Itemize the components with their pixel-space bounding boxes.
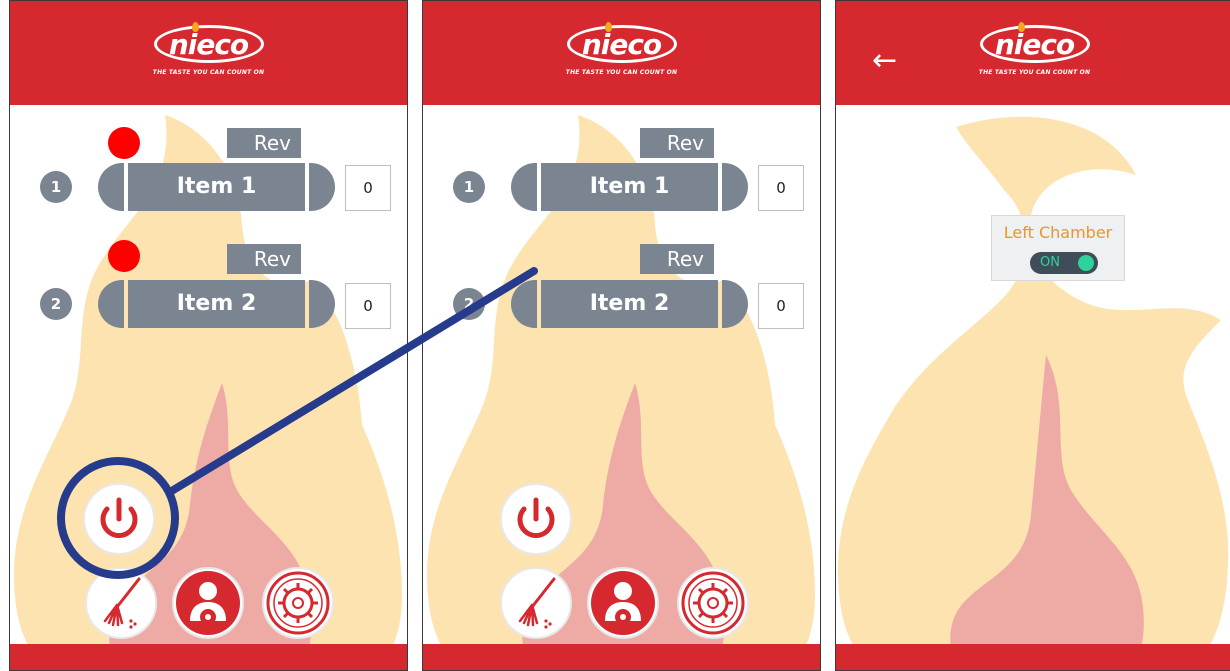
clean-button[interactable]	[500, 567, 572, 639]
item-2-label: Item 2	[128, 280, 305, 328]
user-gear-icon	[591, 571, 655, 635]
power-icon	[517, 497, 555, 539]
broom-icon	[103, 577, 141, 629]
app-header: ← nieco THE TASTE YOU CAN COUNT ON	[836, 1, 1230, 105]
nieco-logo: nieco THE TASTE YOU CAN COUNT ON	[969, 22, 1101, 89]
item-button-1[interactable]: Item 1	[98, 163, 335, 211]
settings-button[interactable]	[677, 567, 749, 639]
app-footer	[836, 644, 1230, 670]
item-button-2[interactable]: Item 2	[511, 280, 748, 328]
item-1-left-cap[interactable]	[98, 163, 124, 211]
nieco-logo: nieco THE TASTE YOU CAN COUNT ON	[556, 22, 688, 89]
item-number-badge-1: 1	[40, 171, 72, 203]
left-chamber-toggle[interactable]: ON	[1030, 252, 1098, 274]
item-2-right-cap[interactable]	[309, 280, 335, 328]
left-chamber-card: Left Chamber ON	[991, 215, 1125, 281]
app-footer	[423, 644, 820, 670]
rev-button-2[interactable]: Rev	[227, 244, 301, 274]
gear-icon	[681, 571, 745, 635]
power-icon	[100, 497, 138, 539]
app-header: nieco THE TASTE YOU CAN COUNT ON	[10, 1, 407, 105]
item-2-count-box: 0	[345, 283, 391, 329]
back-arrow-icon[interactable]: ←	[872, 46, 897, 76]
screen-panel-1: nieco THE TASTE YOU CAN COUNT ON Rev 1 I…	[9, 0, 408, 671]
toggle-state-label: ON	[1040, 255, 1060, 270]
item-1-left-cap[interactable]	[511, 163, 537, 211]
gear-icon	[266, 571, 330, 635]
item-1-right-cap[interactable]	[722, 163, 748, 211]
user-gear-icon	[176, 571, 240, 635]
item-2-left-cap[interactable]	[98, 280, 124, 328]
rev-button-1[interactable]: Rev	[640, 128, 714, 158]
user-settings-button[interactable]	[172, 567, 244, 639]
screen-panel-3: ← nieco THE TASTE YOU CAN COUNT ON Left …	[835, 0, 1230, 671]
item-1-label: Item 1	[541, 163, 718, 211]
item-number-badge-1: 1	[453, 171, 485, 203]
red-marker-dot-2	[108, 240, 140, 272]
app-header: nieco THE TASTE YOU CAN COUNT ON	[423, 1, 820, 105]
item-2-label: Item 2	[541, 280, 718, 328]
nieco-logo: nieco THE TASTE YOU CAN COUNT ON	[143, 22, 275, 89]
item-1-count-box: 0	[758, 165, 804, 211]
item-number-badge-2: 2	[453, 288, 485, 320]
item-1-right-cap[interactable]	[309, 163, 335, 211]
settings-button[interactable]	[262, 567, 334, 639]
screen-panel-2: nieco THE TASTE YOU CAN COUNT ON Rev 1 I…	[422, 0, 821, 671]
app-footer	[10, 644, 407, 670]
left-chamber-label: Left Chamber	[1003, 223, 1113, 242]
item-button-2[interactable]: Item 2	[98, 280, 335, 328]
broom-icon	[518, 577, 556, 629]
item-2-left-cap[interactable]	[511, 280, 537, 328]
toggle-knob	[1078, 255, 1094, 271]
rev-button-1[interactable]: Rev	[227, 128, 301, 158]
item-2-count-box: 0	[758, 283, 804, 329]
item-1-label: Item 1	[128, 163, 305, 211]
power-button[interactable]	[83, 483, 155, 555]
item-1-count-box: 0	[345, 165, 391, 211]
item-button-1[interactable]: Item 1	[511, 163, 748, 211]
clean-button[interactable]	[85, 567, 157, 639]
item-number-badge-2: 2	[40, 288, 72, 320]
flame-background	[838, 116, 1229, 670]
power-button[interactable]	[500, 483, 572, 555]
item-2-right-cap[interactable]	[722, 280, 748, 328]
rev-button-2[interactable]: Rev	[640, 244, 714, 274]
user-settings-button[interactable]	[587, 567, 659, 639]
red-marker-dot-1	[108, 127, 140, 159]
